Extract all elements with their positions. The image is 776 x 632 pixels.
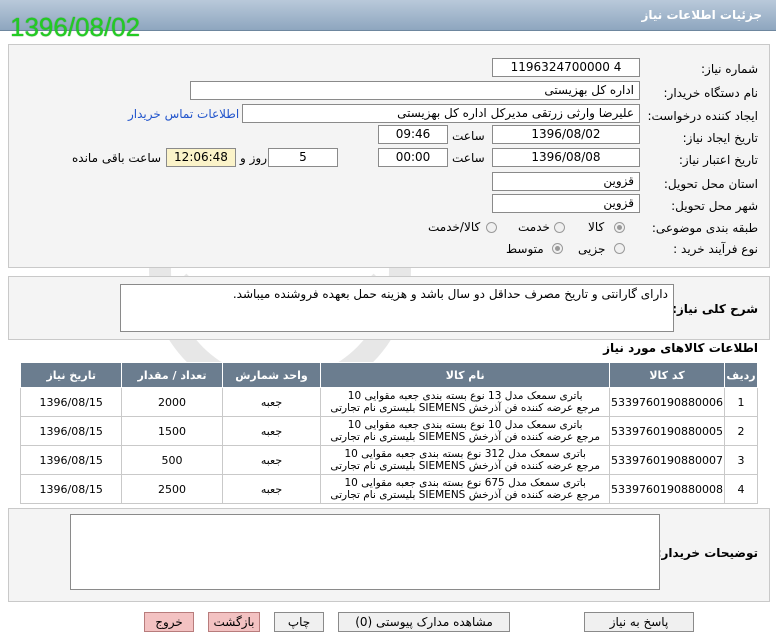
item-unit: جعبه [221,416,322,446]
days-label: روز و [240,151,267,165]
date-stamp: 1396/08/02 [10,12,141,42]
item-date: 1396/08/15 [19,387,123,417]
items-section-title: اطلاعات کالاهای مورد نیاز [603,341,758,355]
category-both-radio[interactable] [486,222,497,233]
need-number-label: شماره نیاز: [701,62,758,76]
category-service-radio[interactable] [554,222,565,233]
col-name: نام کالا [320,362,611,388]
need-number-field: 1196324700000 4 [492,58,640,77]
province-field: قزوین [492,172,640,191]
table-row: 1396/08/15 500 جعبه باتری سمعک مدل 312 ن… [19,445,758,475]
buyer-label: نام دستگاه خریدار: [663,86,759,100]
description-field: دارای گارانتی و تاریخ مصرف حداقل دو سال … [120,284,674,332]
item-name-line1: باتری سمعک مدل 13 نوع بسته بندی جعبه مقو… [347,390,583,402]
table-row: 1396/08/15 1500 جعبه باتری سمعک مدل 10 ن… [19,416,758,446]
table-row: 1396/08/15 2000 جعبه باتری سمعک مدل 13 ن… [19,387,758,417]
item-name-line1: باتری سمعک مدل 312 نوع بسته بندی جعبه مق… [344,448,586,460]
process-medium-radio[interactable] [552,243,563,254]
item-qty: 500 [121,445,223,475]
process-minor-radio[interactable] [614,243,625,254]
table-row: 1396/08/15 2500 جعبه باتری سمعک مدل 675 … [19,474,758,504]
time-remaining-field: 12:06:48 [166,148,236,167]
buyer-notes-label: توضیحات خریدار: [656,546,758,560]
buyer-notes-field [70,514,660,590]
buyer-contact-link[interactable]: اطلاعات تماس خریدار [128,107,239,121]
exit-button[interactable]: خروج [144,612,194,632]
city-label: شهر محل تحویل: [671,199,758,213]
category-both-label: کالا/خدمت [428,220,481,234]
remaining-label: ساعت باقی مانده [72,151,162,165]
item-qty: 1500 [121,416,223,446]
print-button[interactable]: چاپ [274,612,324,632]
item-code: 5339760190880007 [609,445,725,475]
item-unit: جعبه [221,387,322,417]
item-name-line2: بلیستری نام تجارتی SIEMENS مرجع عرضه کنن… [330,402,601,414]
item-name: باتری سمعک مدل 312 نوع بسته بندی جعبه مق… [320,445,611,475]
process-label: نوع فرآیند خرید : [673,242,758,256]
item-name: باتری سمعک مدل 10 نوع بسته بندی جعبه مقو… [320,416,611,446]
col-unit: واحد شمارش [221,362,322,388]
validity-date-field: 1396/08/08 [492,148,640,167]
item-name-line2: بلیستری نام تجارتی SIEMENS مرجع عرضه کنن… [330,489,601,501]
validity-time-label: ساعت [452,151,485,165]
item-date: 1396/08/15 [19,445,123,475]
validity-time-field: 00:00 [378,148,448,167]
validity-date-label: تاریخ اعتبار نیاز: [678,153,758,167]
process-minor-label: جزیی [578,242,606,256]
item-name: باتری سمعک مدل 13 نوع بسته بندی جعبه مقو… [320,387,611,417]
back-button[interactable]: بازگشت [208,612,260,632]
col-row: ردیف [724,362,758,388]
buyer-field: اداره کل بهزیستی [190,81,640,100]
created-date-field: 1396/08/02 [492,125,640,144]
category-label: طبقه بندی موضوعی: [651,221,758,235]
city-field: قزوین [492,194,640,213]
item-name-line1: باتری سمعک مدل 675 نوع بسته بندی جعبه مق… [344,477,586,489]
item-row: 3 [724,445,758,475]
item-unit: جعبه [221,474,322,504]
item-code: 5339760190880005 [609,416,725,446]
process-medium-label: متوسط [506,242,544,256]
category-goods-label: کالا [588,220,605,234]
item-qty: 2500 [121,474,223,504]
description-label: شرح کلی نیاز: [672,302,758,316]
created-time-label: ساعت [452,129,485,143]
item-date: 1396/08/15 [19,416,123,446]
creator-label: ایجاد کننده درخواست: [647,109,758,123]
attachments-button[interactable]: مشاهده مدارک پیوستی (0) [338,612,510,632]
window-title: جزئیات اطلاعات نیاز [641,8,762,22]
item-row: 2 [724,416,758,446]
reply-button[interactable]: پاسخ به نیاز [584,612,694,632]
item-name-line2: بلیستری نام تجارتی SIEMENS مرجع عرضه کنن… [330,431,601,443]
item-name-line2: بلیستری نام تجارتی SIEMENS مرجع عرضه کنن… [330,460,601,472]
item-code: 5339760190880008 [609,474,725,504]
created-date-label: تاریخ ایجاد نیاز: [682,131,758,145]
col-qty: تعداد / مقدار [121,362,223,388]
created-time-field: 09:46 [378,125,448,144]
item-name: باتری سمعک مدل 675 نوع بسته بندی جعبه مق… [320,474,611,504]
item-code: 5339760190880006 [609,387,725,417]
col-date: تاریخ نیاز [19,362,123,388]
province-label: استان محل تحویل: [663,177,758,191]
category-service-label: خدمت [518,220,550,234]
col-code: کد کالا [609,362,725,388]
days-remaining-field: 5 [268,148,338,167]
item-name-line1: باتری سمعک مدل 10 نوع بسته بندی جعبه مقو… [347,419,583,431]
item-qty: 2000 [121,387,223,417]
item-row: 4 [724,474,758,504]
item-unit: جعبه [221,445,322,475]
creator-field: علیرضا وارثی زرتقی مدیرکل اداره کل بهزیس… [242,104,640,123]
category-goods-radio[interactable] [614,222,625,233]
items-table: تاریخ نیاز تعداد / مقدار واحد شمارش نام … [19,362,758,504]
item-row: 1 [724,387,758,417]
item-date: 1396/08/15 [19,474,123,504]
